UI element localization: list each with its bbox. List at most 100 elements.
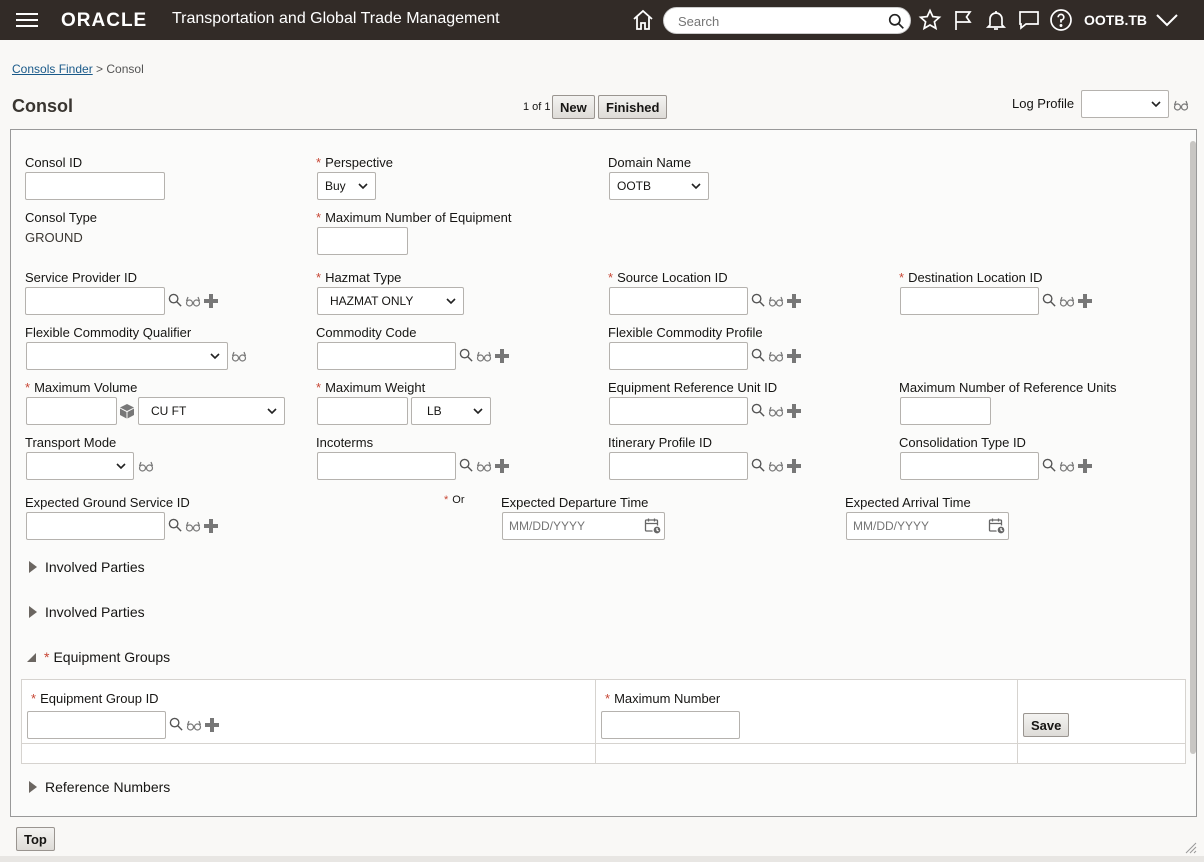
- favorites-star-icon[interactable]: [918, 8, 942, 32]
- search-icon[interactable]: [459, 348, 474, 363]
- add-icon[interactable]: [786, 403, 802, 419]
- volume-cube-icon[interactable]: [119, 403, 135, 419]
- expected-arrival-time-input[interactable]: [846, 512, 1009, 540]
- add-icon[interactable]: [786, 293, 802, 309]
- breadcrumb-link-consols-finder[interactable]: Consols Finder: [12, 62, 93, 76]
- flexible-commodity-qualifier-select[interactable]: [26, 342, 228, 370]
- log-profile-select[interactable]: [1081, 90, 1169, 118]
- weight-unit-select[interactable]: LB: [411, 397, 491, 425]
- search-icon[interactable]: [169, 717, 184, 732]
- flexible-commodity-profile-input[interactable]: [609, 342, 748, 370]
- volume-unit-select[interactable]: CU FT: [138, 397, 285, 425]
- expected-departure-time-input[interactable]: [502, 512, 665, 540]
- add-icon[interactable]: [203, 518, 219, 534]
- consolidation-type-id-label: Consolidation Type ID: [899, 435, 1026, 450]
- breadcrumb-current: Consol: [106, 62, 144, 76]
- max-equipment-input[interactable]: [317, 227, 408, 255]
- home-icon[interactable]: [631, 8, 655, 32]
- required-asterisk: *: [605, 691, 611, 706]
- source-location-id-input[interactable]: [609, 287, 748, 315]
- finished-button[interactable]: Finished: [598, 95, 668, 119]
- commodity-code-input[interactable]: [317, 342, 456, 370]
- help-icon[interactable]: [1049, 8, 1073, 32]
- add-icon[interactable]: [786, 348, 802, 364]
- collapse-triangle-icon: [27, 653, 36, 662]
- search-icon[interactable]: [751, 458, 766, 473]
- search-icon[interactable]: [751, 293, 766, 308]
- chevron-down-icon: [116, 463, 126, 470]
- search-icon[interactable]: [459, 458, 474, 473]
- add-icon[interactable]: [1077, 293, 1093, 309]
- equipment-groups-section[interactable]: * Equipment Groups: [27, 649, 170, 665]
- search-icon[interactable]: [1042, 458, 1057, 473]
- user-menu[interactable]: OOTB.TB: [1084, 12, 1147, 28]
- menu-icon[interactable]: [16, 13, 38, 27]
- view-glasses-icon[interactable]: [186, 717, 202, 733]
- save-button[interactable]: Save: [1023, 713, 1070, 737]
- view-glasses-icon[interactable]: [138, 458, 154, 474]
- calendar-icon[interactable]: [644, 517, 662, 535]
- view-glasses-icon[interactable]: [476, 348, 492, 364]
- add-icon[interactable]: [203, 293, 219, 309]
- search-input[interactable]: [676, 12, 881, 30]
- search-icon[interactable]: [168, 293, 183, 308]
- chevron-down-icon[interactable]: [1155, 11, 1179, 29]
- view-glasses-icon[interactable]: [476, 458, 492, 474]
- max-weight-input[interactable]: [317, 397, 408, 425]
- equipment-reference-unit-id-input[interactable]: [609, 397, 748, 425]
- view-glasses-icon[interactable]: [768, 458, 784, 474]
- domain-name-label: Domain Name: [608, 155, 692, 170]
- expand-triangle-icon: [29, 606, 37, 618]
- search-icon[interactable]: [751, 403, 766, 418]
- view-glasses-icon[interactable]: [768, 403, 784, 419]
- transport-mode-select[interactable]: [26, 452, 134, 480]
- add-icon[interactable]: [204, 717, 220, 733]
- view-glasses-icon[interactable]: [185, 293, 201, 309]
- required-asterisk: *: [899, 270, 905, 285]
- perspective-select[interactable]: Buy: [317, 172, 376, 200]
- add-icon[interactable]: [1077, 458, 1093, 474]
- add-icon[interactable]: [494, 458, 510, 474]
- add-icon[interactable]: [786, 458, 802, 474]
- page-title: Consol: [12, 96, 73, 116]
- max-volume-input[interactable]: [26, 397, 117, 425]
- vertical-scrollbar[interactable]: [1190, 141, 1196, 754]
- add-icon[interactable]: [494, 348, 510, 364]
- search-icon[interactable]: [1042, 293, 1057, 308]
- view-glasses-icon[interactable]: [231, 348, 247, 364]
- consol-id-input[interactable]: [25, 172, 165, 200]
- resize-grip-icon[interactable]: [1183, 840, 1197, 854]
- view-glasses-icon[interactable]: [1173, 97, 1189, 113]
- equipment-group-id-input[interactable]: [27, 711, 166, 739]
- domain-name-select[interactable]: OOTB: [609, 172, 709, 200]
- service-provider-id-input[interactable]: [25, 287, 165, 315]
- involved-parties-section-2[interactable]: Involved Parties: [29, 604, 145, 620]
- chevron-down-icon: [358, 183, 368, 190]
- hazmat-type-select[interactable]: HAZMAT ONLY: [317, 287, 464, 315]
- calendar-icon[interactable]: [988, 517, 1006, 535]
- view-glasses-icon[interactable]: [1059, 293, 1075, 309]
- itinerary-profile-id-input[interactable]: [609, 452, 748, 480]
- search-icon[interactable]: [751, 348, 766, 363]
- expected-ground-service-id-input[interactable]: [26, 512, 165, 540]
- maximum-number-input[interactable]: [601, 711, 740, 739]
- transport-mode-label: Transport Mode: [25, 435, 117, 450]
- search-icon[interactable]: [168, 518, 183, 533]
- notifications-bell-icon[interactable]: [984, 8, 1008, 32]
- destination-location-id-input[interactable]: [900, 287, 1039, 315]
- top-button[interactable]: Top: [16, 827, 55, 851]
- incoterms-input[interactable]: [317, 452, 456, 480]
- consolidation-type-id-input[interactable]: [900, 452, 1039, 480]
- messages-icon[interactable]: [1017, 8, 1041, 32]
- search-icon[interactable]: [888, 13, 905, 30]
- involved-parties-section-1[interactable]: Involved Parties: [29, 559, 145, 575]
- reference-numbers-section[interactable]: Reference Numbers: [29, 779, 170, 795]
- new-button[interactable]: New: [552, 95, 595, 119]
- view-glasses-icon[interactable]: [185, 518, 201, 534]
- flag-icon[interactable]: [951, 8, 975, 32]
- max-reference-units-input[interactable]: [900, 397, 991, 425]
- consol-type-value: GROUND: [25, 230, 83, 245]
- view-glasses-icon[interactable]: [768, 348, 784, 364]
- view-glasses-icon[interactable]: [768, 293, 784, 309]
- view-glasses-icon[interactable]: [1059, 458, 1075, 474]
